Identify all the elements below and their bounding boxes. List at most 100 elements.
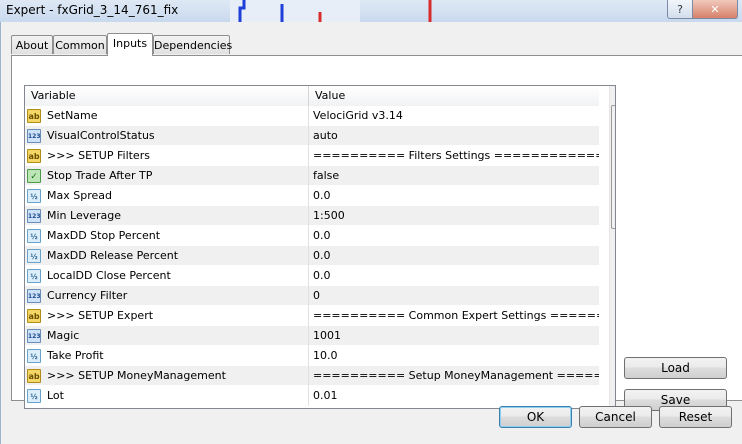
string-icon: ab (27, 109, 41, 123)
value-cell[interactable]: 0 (309, 286, 599, 306)
variable-name: >>> SETUP Filters (47, 149, 150, 162)
tab-dependencies[interactable]: Dependencies (153, 35, 232, 54)
value-cell[interactable]: 1:500 (309, 206, 599, 226)
variable-cell: ½ MaxDD Stop Percent (25, 226, 309, 246)
table-row[interactable]: ½ MaxDD Stop Percent 0.0 (25, 226, 599, 246)
variable-cell: ½ LocalDD Close Percent (25, 266, 309, 286)
grip-line (615, 161, 616, 162)
inputs-grid[interactable]: Variable Value ab SetName VelociGrid v3.14… (24, 85, 616, 409)
value-cell[interactable]: ========== Common Expert Settings ======… (309, 306, 599, 326)
value-cell[interactable]: 0.0 (309, 266, 599, 286)
table-row[interactable]: ab >>> SETUP Expert ========== Common Expe… (25, 306, 599, 326)
tab-about[interactable]: About (11, 35, 53, 54)
scroll-thumb[interactable] (611, 105, 616, 229)
table-row[interactable]: 123 Magic 1001 (25, 326, 599, 346)
table-row[interactable]: 123 Currency Filter 0 (25, 286, 599, 306)
integer-icon: 123 (27, 129, 41, 143)
table-row[interactable]: ✓ Stop Trade After TP false (25, 166, 599, 186)
title-bar-decoration-2 (428, 0, 432, 22)
string-icon: ab (27, 369, 41, 383)
variable-cell: ab SetName (25, 106, 309, 126)
window-title: Expert - fxGrid_3_14_761_fix (6, 3, 179, 17)
table-row[interactable]: ½ Lot 0.01 (25, 386, 599, 406)
table-row[interactable]: 123 Min Leverage 1:500 (25, 206, 599, 226)
value-cell[interactable]: 10.0 (309, 346, 599, 366)
load-button[interactable]: Load (624, 357, 727, 379)
value-cell[interactable]: 0.0 (309, 246, 599, 266)
integer-icon: 123 (27, 329, 41, 343)
variable-name: Take Profit (47, 349, 104, 362)
value-cell[interactable]: 1001 (309, 326, 599, 346)
variable-name: MaxDD Release Percent (47, 249, 179, 262)
variable-name: >>> SETUP MoneyManagement (47, 369, 226, 382)
variable-name: Currency Filter (47, 289, 128, 302)
variable-cell: 123 Magic (25, 326, 309, 346)
expert-dialog: About Common Inputs Dependencies Variabl… (0, 22, 742, 444)
string-icon: ab (27, 309, 41, 323)
value-cell[interactable]: ========== Setup MoneyManagement =======… (309, 366, 599, 386)
close-button[interactable]: ✕ (692, 0, 738, 19)
value-cell[interactable]: 0.0 (309, 226, 599, 246)
variable-name: LocalDD Close Percent (47, 269, 171, 282)
variable-name: Max Spread (47, 189, 112, 202)
value-cell[interactable]: ========== Filters Settings ============… (309, 146, 599, 166)
variable-cell: 123 VisualControlStatus (25, 126, 309, 146)
variable-cell: 123 Min Leverage (25, 206, 309, 226)
variable-cell: ½ Take Profit (25, 346, 309, 366)
variable-cell: ½ Max Spread (25, 186, 309, 206)
value-cell[interactable]: false (309, 166, 599, 186)
string-icon: ab (27, 149, 41, 163)
vertical-scrollbar[interactable]: ▲ ▼ (609, 86, 616, 408)
variable-name: Lot (47, 389, 64, 402)
variable-name: SetName (47, 109, 98, 122)
grid-rows: ab SetName VelociGrid v3.14 123 VisualContro… (25, 106, 599, 406)
table-row[interactable]: ab >>> SETUP MoneyManagement ========== Se… (25, 366, 599, 386)
value-cell[interactable]: 0.01 (309, 386, 599, 406)
tab-common[interactable]: Common (53, 35, 107, 54)
variable-cell: ½ MaxDD Release Percent (25, 246, 309, 266)
double-icon: ½ (27, 349, 41, 363)
integer-icon: 123 (27, 289, 41, 303)
grid-header: Variable Value (25, 86, 599, 107)
table-row[interactable]: ½ Max Spread 0.0 (25, 186, 599, 206)
variable-cell: 123 Currency Filter (25, 286, 309, 306)
inputs-panel: Variable Value ab SetName VelociGrid v3.14… (11, 55, 742, 411)
variable-cell: ab >>> SETUP Expert (25, 306, 309, 326)
variable-name: VisualControlStatus (47, 129, 155, 142)
variable-name: Stop Trade After TP (47, 169, 153, 182)
table-row[interactable]: 123 VisualControlStatus auto (25, 126, 599, 146)
title-bar: Expert - fxGrid_3_14_761_fix ? ✕ (0, 0, 742, 22)
variable-name: Magic (47, 329, 80, 342)
table-row[interactable]: ab SetName VelociGrid v3.14 (25, 106, 599, 126)
double-icon: ½ (27, 229, 41, 243)
ok-button[interactable]: OK (499, 406, 572, 428)
double-icon: ½ (27, 189, 41, 203)
help-button[interactable]: ? (667, 0, 693, 19)
grip-line (615, 167, 616, 168)
column-header-value[interactable]: Value (309, 86, 599, 106)
double-icon: ½ (27, 249, 41, 263)
table-row[interactable]: ½ Take Profit 10.0 (25, 346, 599, 366)
variable-name: Min Leverage (47, 209, 122, 222)
value-cell[interactable]: VelociGrid v3.14 (309, 106, 599, 126)
boolean-icon: ✓ (27, 169, 41, 183)
value-cell[interactable]: auto (309, 126, 599, 146)
grip-line (615, 164, 616, 165)
tab-inputs[interactable]: Inputs (107, 33, 153, 56)
table-row[interactable]: ½ MaxDD Release Percent 0.0 (25, 246, 599, 266)
column-header-variable[interactable]: Variable (25, 86, 309, 106)
variable-cell: ab >>> SETUP Filters (25, 146, 309, 166)
table-row[interactable]: ½ LocalDD Close Percent 0.0 (25, 266, 599, 286)
double-icon: ½ (27, 389, 41, 403)
integer-icon: 123 (27, 209, 41, 223)
variable-name: MaxDD Stop Percent (47, 229, 161, 242)
title-bar-decoration (230, 0, 360, 22)
table-row[interactable]: ab >>> SETUP Filters ========== Filters Se… (25, 146, 599, 166)
variable-cell: ½ Lot (25, 386, 309, 406)
variable-name: >>> SETUP Expert (47, 309, 154, 322)
reset-button[interactable]: Reset (659, 406, 732, 428)
value-cell[interactable]: 0.0 (309, 186, 599, 206)
scroll-up-icon[interactable]: ▲ (610, 86, 616, 103)
variable-cell: ✓ Stop Trade After TP (25, 166, 309, 186)
cancel-button[interactable]: Cancel (579, 406, 652, 428)
